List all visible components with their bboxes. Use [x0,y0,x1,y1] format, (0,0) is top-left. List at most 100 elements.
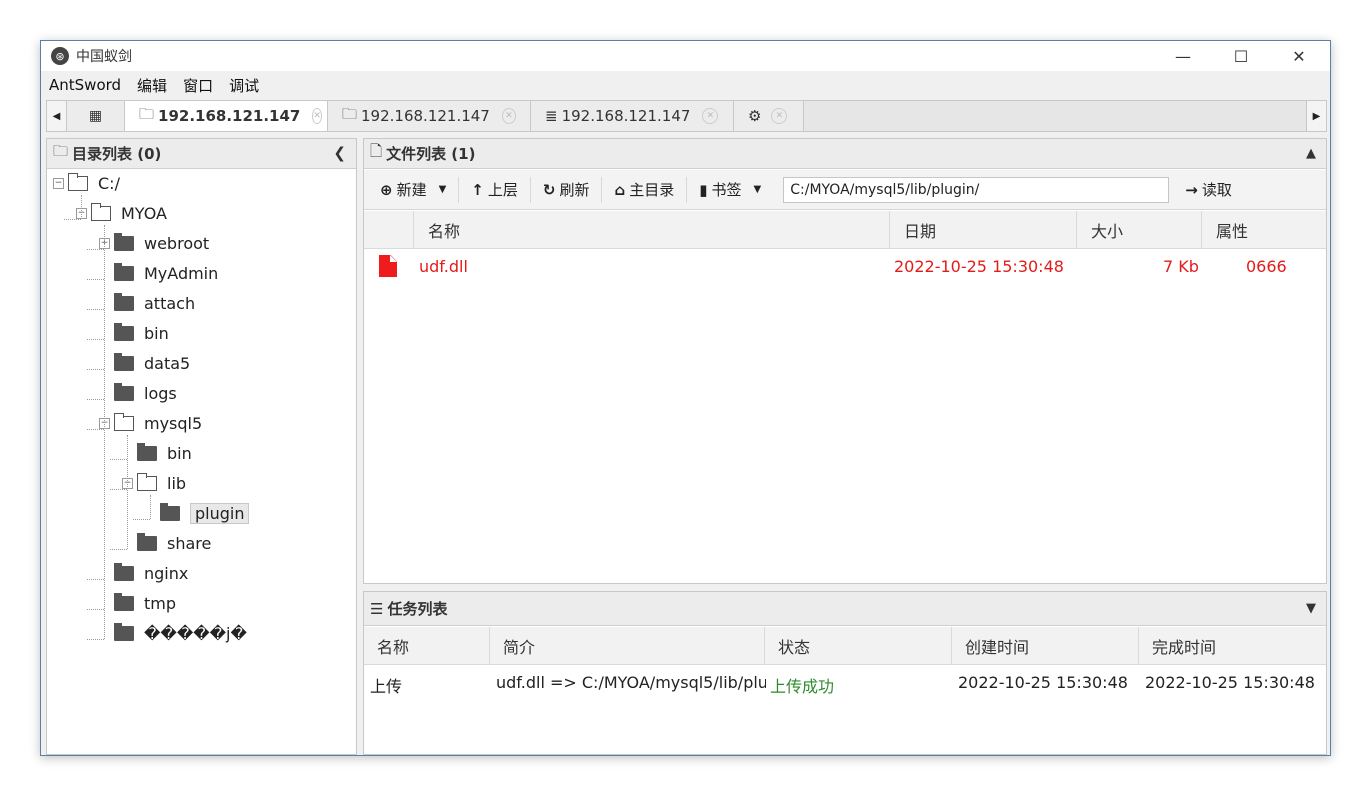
arrow-right-icon: → [1185,180,1198,199]
tab-database[interactable]: ≣ 192.168.121.147 ✕ [531,101,734,131]
folder-icon: 🗀 [342,104,358,123]
task-row[interactable]: 上传 udf.dll => C:/MYOA/mysql5/lib/plugin/… [364,666,1326,700]
file-size: 7 Kb [1163,256,1199,276]
collapse-icon[interactable]: − [53,177,64,189]
task-panel: ☰ 任务列表 ▼ 名称 简介 状态 创建时间 完成时间 上传 udf.dll =… [363,591,1327,755]
maximize-button[interactable]: ☐ [1212,41,1270,71]
tab-home[interactable]: ▦ [67,101,125,131]
home-icon: ⌂ [614,180,626,199]
tree-connector [104,225,105,639]
plus-circle-icon: ⊕ [380,180,393,199]
window-title: 中国蚁剑 [76,49,132,65]
tab-file-manager[interactable]: 🗀 192.168.121.147 ✕ [328,101,531,131]
refresh-icon: ↻ [542,180,556,199]
tree-item-label: MyAdmin [144,263,219,283]
menu-edit[interactable]: 编辑 [137,75,167,96]
file-toolbar: ⊕ 新建 ▼ ↑ 上层 ↻ 刷新 ⌂ 主目录 ▮ 书签 ▼ C:/MYOA/my… [364,170,1326,210]
task-table-header: 名称 简介 状态 创建时间 完成时间 [364,627,1326,665]
tree-connector [81,195,82,219]
tree-item[interactable]: nginx [99,561,188,585]
tree-item-label: attach [144,293,196,313]
tab-settings[interactable]: ⚙ ✕ [734,101,804,131]
tree-item[interactable]: attach [99,291,195,315]
path-input[interactable] [783,176,1170,203]
toolbar-divider [601,176,603,203]
folder-icon [114,592,134,611]
title-bar: ⊛ 中国蚁剑 — ☐ ✕ [41,41,1330,71]
file-table-header: 名称 日期 大小 属性 [364,211,1326,249]
tree-connector [87,579,104,580]
folder-icon [114,322,134,341]
file-panel-title: 文件列表 (1) [386,145,476,163]
tab-file-manager-active[interactable]: 🗀 192.168.121.147 ✕ [125,101,328,131]
table-row[interactable]: udf.dll 2022-10-25 15:30:48 7 Kb 0666 [364,249,1326,283]
tree-connector [87,369,104,370]
antsword-logo-icon: ⊛ [51,47,69,65]
file-icon: 🗋 [370,142,383,160]
bookmark-button[interactable]: ▮ 书签 ▼ [691,176,769,204]
refresh-button[interactable]: ↻ 刷新 [535,176,598,204]
new-button[interactable]: ⊕ 新建 ▼ [372,176,454,204]
tab-close-icon[interactable]: ✕ [501,108,516,124]
tree-item[interactable]: logs [99,381,177,405]
read-label: 读取 [1201,181,1232,199]
task-column-finished[interactable]: 完成时间 [1139,627,1326,664]
tab-bar-fill [804,101,1306,131]
task-finished: 2022-10-25 15:30:48 [1145,673,1315,692]
column-icon [364,211,414,248]
tree-item-label: bin [144,323,169,343]
tab-scroll-left-button[interactable]: ◀ [47,101,67,131]
tree-item[interactable]: plugin [145,501,250,525]
menu-window[interactable]: 窗口 [183,75,213,96]
tab-close-icon[interactable]: ✕ [771,108,788,124]
task-column-created[interactable]: 创建时间 [952,627,1139,664]
tree-item[interactable]: − lib [122,471,186,495]
tree-item[interactable]: − MYOA [76,201,167,225]
database-icon: ≣ [545,107,558,125]
tree-item[interactable]: data5 [99,351,190,375]
minimize-button[interactable]: — [1154,41,1212,71]
column-size[interactable]: 大小 [1077,211,1202,248]
tree-item[interactable]: �����j� [99,621,247,645]
tree-connector [87,639,104,640]
read-button[interactable]: → 读取 [1177,176,1240,204]
caret-down-icon: ▼ [753,184,762,195]
close-button[interactable]: ✕ [1270,41,1328,71]
tab-close-icon[interactable]: ✕ [702,108,719,124]
gear-icon: ⚙ [748,107,762,125]
chevron-down-icon[interactable]: ▼ [1306,601,1316,616]
tree-item[interactable]: MyAdmin [99,261,218,285]
chevron-left-icon[interactable]: ❮ [333,144,346,162]
tree-item-label: webroot [144,233,210,253]
task-column-desc[interactable]: 简介 [490,627,765,664]
tree-item[interactable]: bin [122,441,192,465]
column-attr[interactable]: 属性 [1202,211,1326,248]
folder-icon [137,532,157,551]
up-button[interactable]: ↑ 上层 [463,176,526,204]
tab-scroll-right-button[interactable]: ▶ [1306,101,1326,131]
tree-item[interactable]: + webroot [99,231,209,255]
file-date: 2022-10-25 15:30:48 [894,256,1064,276]
toolbar-divider [458,176,460,203]
menu-antsword[interactable]: AntSword [49,76,121,94]
home-button[interactable]: ⌂ 主目录 [606,176,682,204]
menu-debug[interactable]: 调试 [229,75,259,96]
tree-item[interactable]: share [122,531,211,555]
tree-item[interactable]: tmp [99,591,176,615]
task-column-status[interactable]: 状态 [765,627,952,664]
folder-icon [160,502,180,521]
folder-open-icon [68,172,88,191]
task-panel-header: ☰ 任务列表 ▼ [364,592,1326,626]
tree-item[interactable]: − mysql5 [99,411,202,435]
tree-connector [87,309,104,310]
tree-item[interactable]: bin [99,321,169,345]
tree-item[interactable]: − C:/ [53,171,120,195]
tab-close-icon[interactable]: ✕ [312,108,322,124]
folder-icon [114,382,134,401]
column-name[interactable]: 名称 [414,211,890,248]
tree-connector [87,399,104,400]
task-column-name[interactable]: 名称 [364,627,490,664]
directory-panel: 🗀 目录列表 (0) ❮ − C:/ − MYOA + webroot MyAdmin att… [46,138,357,755]
chevron-up-icon[interactable]: ▲ [1306,146,1316,161]
column-date[interactable]: 日期 [890,211,1077,248]
